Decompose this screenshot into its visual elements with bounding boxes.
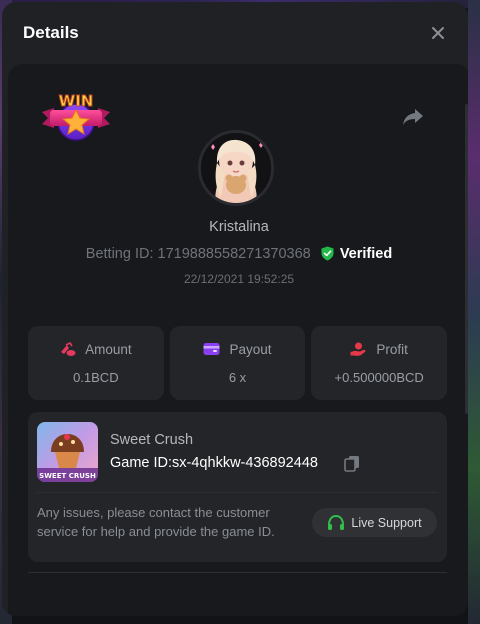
stat-amount-header: Amount <box>60 341 132 357</box>
background-right-tiles <box>468 0 480 624</box>
details-modal: Details WIN Kristalina Betting ID: 17198… <box>2 2 468 616</box>
game-id: Game ID:sx-4qhkkw-436892448 <box>110 455 318 471</box>
sweet-crush-cupcake-image: SWEET CRUSH <box>37 422 98 482</box>
live-support-button[interactable]: Live Support <box>312 508 437 537</box>
bottom-divider <box>28 572 447 573</box>
verified-shield-icon <box>321 246 334 261</box>
win-badge-text: WIN <box>59 92 94 110</box>
stat-amount: Amount 0.1BCD <box>28 326 164 400</box>
verified-label: Verified <box>339 246 393 262</box>
betting-id-row: Betting ID: 1719888558271370368 Verified <box>8 246 468 262</box>
divider <box>37 492 438 493</box>
stat-payout-header: Payout <box>203 341 272 357</box>
share-icon <box>403 109 423 125</box>
wallet-icon <box>203 343 220 355</box>
betting-id: Betting ID: 1719888558271370368 <box>85 246 311 262</box>
game-card: SWEET CRUSH Sweet Crush Game ID:sx-4qhkk… <box>28 412 447 562</box>
modal-title: Details <box>23 23 79 42</box>
share-button[interactable] <box>401 106 425 128</box>
copy-game-id-button[interactable] <box>344 455 360 472</box>
headset-icon <box>328 514 345 530</box>
bet-details-panel: WIN Kristalina Betting ID: 1719888558271… <box>8 64 468 616</box>
copy-icon <box>344 456 359 472</box>
win-badge-icon: WIN <box>42 92 110 141</box>
stat-amount-label: Amount <box>85 341 132 357</box>
hand-coin-icon <box>350 342 367 356</box>
modal-header: Details <box>2 2 468 64</box>
stat-profit: Profit +0.500000BCD <box>311 326 448 400</box>
stat-profit-header: Profit <box>350 342 408 357</box>
stat-profit-label: Profit <box>376 341 408 357</box>
support-notice: Any issues, please contact the customer … <box>37 505 275 539</box>
game-name: Sweet Crush <box>110 432 194 448</box>
close-icon <box>432 27 444 39</box>
anime-girl-avatar-image <box>201 133 271 203</box>
stats-row: Amount 0.1BCD Payout 6 x Profit +0.50000… <box>28 326 448 400</box>
username: Kristalina <box>209 219 269 235</box>
coins-icon <box>61 341 76 356</box>
game-thumb-text: SWEET CRUSH <box>39 472 96 480</box>
stat-profit-value: +0.500000BCD <box>334 369 424 385</box>
stat-payout-label: Payout <box>229 341 272 357</box>
stat-payout-value: 6 x <box>228 369 247 385</box>
bet-datetime: 22/12/2021 19:52:25 <box>183 272 295 286</box>
close-button[interactable] <box>428 23 448 43</box>
game-thumbnail[interactable]: SWEET CRUSH <box>37 422 98 482</box>
avatar <box>198 130 274 206</box>
stat-payout: Payout 6 x <box>169 326 306 400</box>
live-support-label: Live Support <box>351 515 422 530</box>
stat-amount-value: 0.1BCD <box>73 369 119 385</box>
